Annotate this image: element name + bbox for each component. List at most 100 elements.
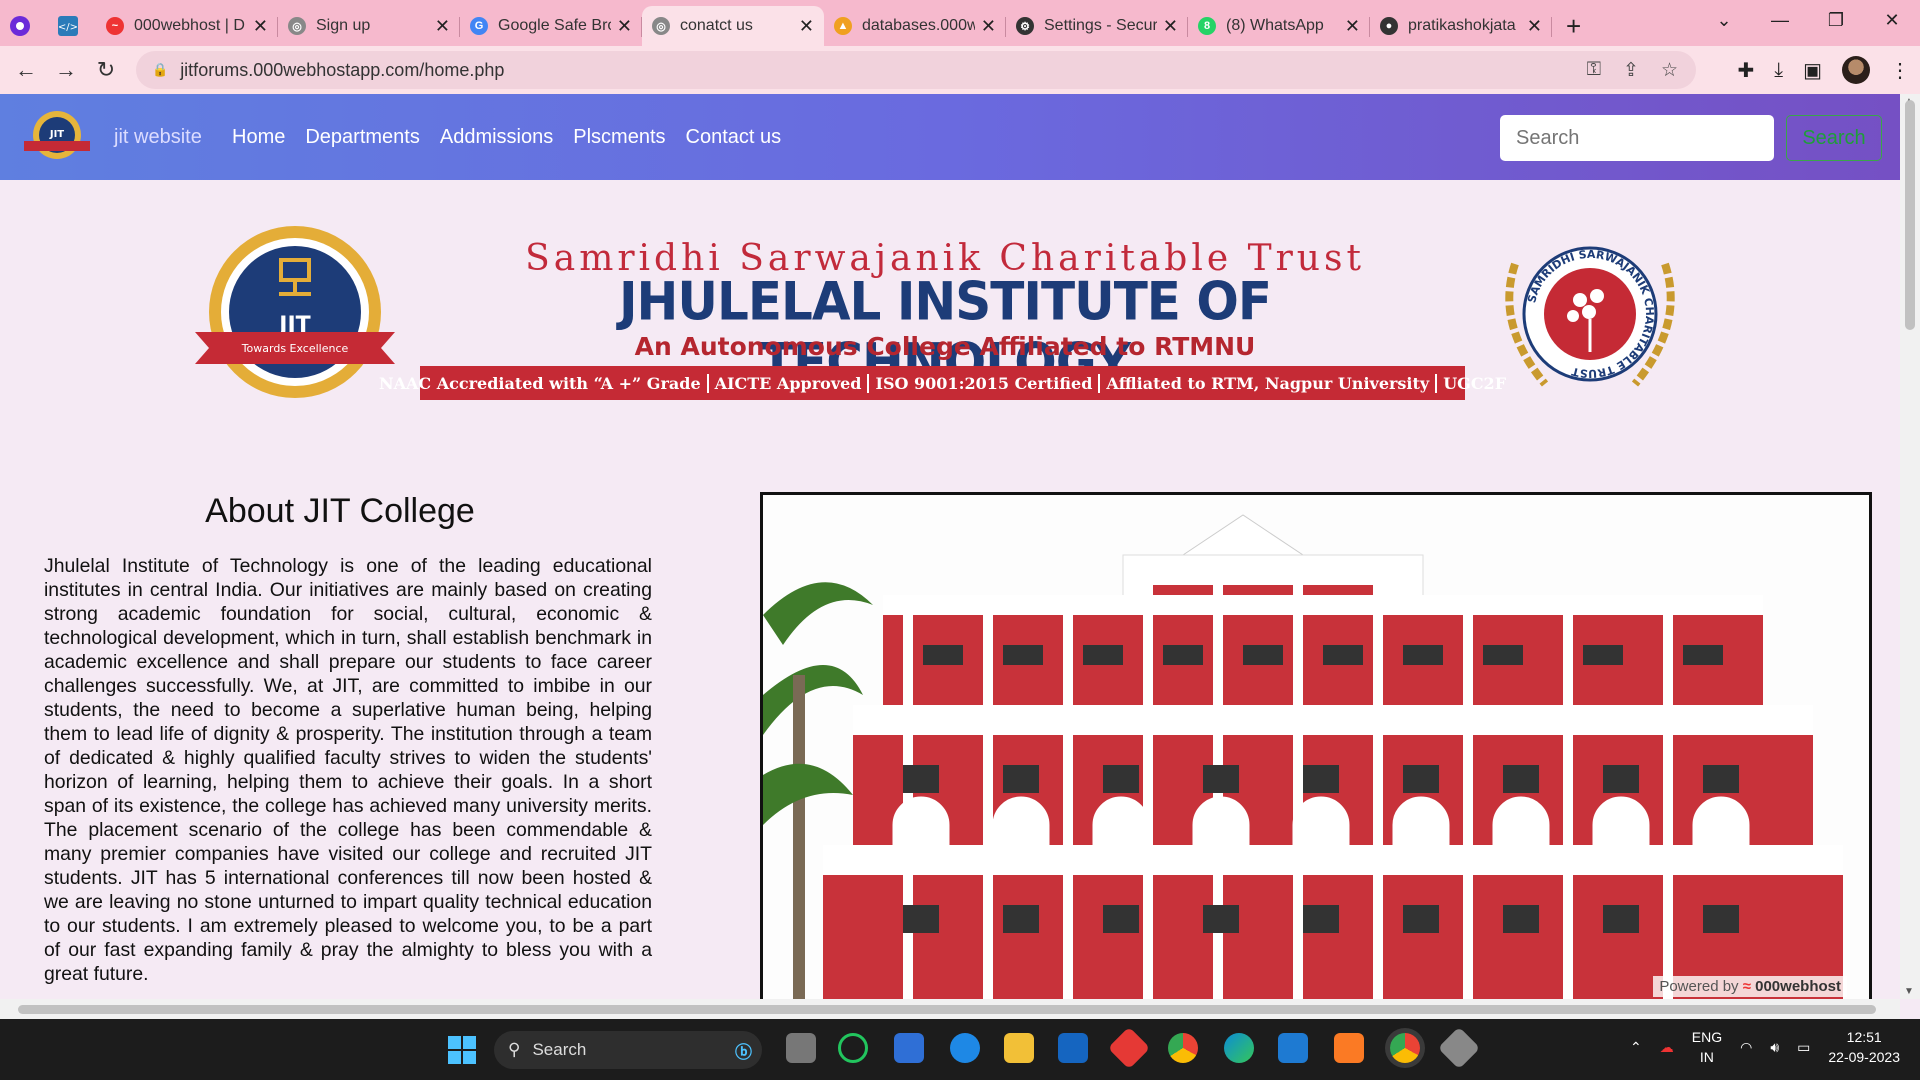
window-controls: ⌄ — ❐ ✕: [1696, 0, 1920, 40]
editor-icon[interactable]: [1058, 1033, 1088, 1063]
webhost-favicon-icon: ~: [106, 17, 124, 35]
svg-text:</>: </>: [58, 22, 78, 33]
lock-icon[interactable]: 🔒: [152, 62, 168, 78]
bing-icon[interactable]: ⓑ: [735, 1038, 752, 1063]
wifi-icon[interactable]: ◠: [1740, 1039, 1752, 1056]
close-tab-icon[interactable]: ✕: [799, 16, 814, 37]
new-tab-button[interactable]: +: [1552, 6, 1595, 46]
close-tab-icon[interactable]: ✕: [981, 16, 996, 37]
volume-icon[interactable]: 🔊︎: [1770, 1039, 1779, 1056]
whatsapp-icon: 8: [1198, 17, 1216, 35]
gear-icon: ⚙: [1016, 17, 1034, 35]
jit-logo-icon[interactable]: JIT: [20, 107, 94, 167]
side-panel-icon[interactable]: ▣: [1803, 58, 1822, 83]
menu-kebab-icon[interactable]: ⋮: [1890, 58, 1910, 83]
download-icon[interactable]: ⤓: [1774, 59, 1783, 82]
horizontal-scrollbar[interactable]: [0, 999, 1900, 1019]
close-window-button[interactable]: ✕: [1864, 10, 1920, 31]
accreditation-item: ISO 9001:2015 Certified: [869, 373, 1101, 393]
help-icon[interactable]: [950, 1033, 980, 1063]
site-navbar: JIT jit website Home Departments Addmiss…: [0, 94, 1900, 180]
clock[interactable]: 12:51 22-09-2023: [1828, 1027, 1900, 1067]
pinned-tab-code-icon[interactable]: </>: [40, 6, 96, 46]
close-tab-icon[interactable]: ✕: [617, 16, 632, 37]
trust-emblem-icon: SAMRIDHI SARWAJANIK CHARITABLE TRUST: [1505, 246, 1675, 387]
url-text[interactable]: jitforums.000webhostapp.com/home.php: [180, 60, 504, 81]
close-tab-icon[interactable]: ✕: [253, 16, 268, 37]
phpmyadmin-favicon-icon: ▲: [834, 17, 852, 35]
xampp-icon[interactable]: [1334, 1033, 1364, 1063]
bookmark-star-icon[interactable]: ☆: [1661, 59, 1678, 82]
nav-home[interactable]: Home: [232, 126, 285, 149]
tab-title: Settings - Secur: [1044, 17, 1157, 34]
vertical-scroll-thumb[interactable]: [1905, 100, 1915, 330]
tab-contact-us[interactable]: ◎ conatct us ✕: [642, 6, 824, 46]
tab-search-icon[interactable]: [0, 6, 40, 46]
edge-icon[interactable]: [1224, 1033, 1254, 1063]
nav-contact-us[interactable]: Contact us: [686, 126, 782, 149]
address-bar[interactable]: 🔒 jitforums.000webhostapp.com/home.php ⚿…: [136, 51, 1696, 89]
globe-favicon-icon: ◎: [288, 17, 306, 35]
vscode-icon[interactable]: [1278, 1033, 1308, 1063]
nav-placements[interactable]: Plscments: [573, 126, 665, 149]
app-icon[interactable]: [1437, 1026, 1481, 1070]
tab-000webhost[interactable]: ~ 000webhost | D ✕: [96, 6, 278, 46]
tab-google-safe-browsing[interactable]: G Google Safe Bro ✕: [460, 6, 642, 46]
emblem-ribbon-text: Towards Excellence: [241, 342, 349, 355]
close-tab-icon[interactable]: ✕: [1345, 16, 1360, 37]
store-icon[interactable]: [894, 1033, 924, 1063]
key-icon[interactable]: ⚿: [1587, 59, 1601, 82]
powered-by-label: Powered by: [1659, 978, 1739, 995]
close-tab-icon[interactable]: ✕: [435, 16, 450, 37]
forward-arrow-icon[interactable]: →: [46, 57, 86, 83]
tab-search-chevron-icon[interactable]: ⌄: [1696, 10, 1752, 31]
windows-start-icon[interactable]: [448, 1036, 476, 1064]
git-icon[interactable]: [1107, 1026, 1151, 1070]
lang-code: ENG: [1691, 1029, 1723, 1045]
close-tab-icon[interactable]: ✕: [1527, 16, 1542, 37]
chrome-icon[interactable]: [1168, 1033, 1198, 1063]
copilot-ring-icon[interactable]: [838, 1033, 868, 1063]
globe-favicon-icon: ◎: [652, 17, 670, 35]
college-building-photo: Powered by ≈ 000webhost: [760, 492, 1872, 999]
powered-by-badge[interactable]: Powered by ≈ 000webhost: [1653, 976, 1847, 997]
battery-icon[interactable]: ▭: [1797, 1039, 1810, 1056]
tab-settings[interactable]: ⚙ Settings - Secur ✕: [1006, 6, 1188, 46]
tab-title: (8) WhatsApp: [1226, 17, 1324, 34]
back-arrow-icon[interactable]: ←: [6, 57, 46, 83]
emblem-city-text: NAGPUR: [278, 367, 312, 376]
tab-whatsapp[interactable]: 8 (8) WhatsApp ✕: [1188, 6, 1370, 46]
tab-title: 000webhost | D: [134, 17, 245, 34]
region-code: IN: [1699, 1049, 1714, 1065]
powered-by-brand: 000webhost: [1755, 978, 1841, 995]
file-explorer-icon[interactable]: [1004, 1033, 1034, 1063]
close-tab-icon[interactable]: ✕: [1163, 16, 1178, 37]
chrome-active-icon[interactable]: [1390, 1033, 1420, 1063]
tab-title: Google Safe Bro: [498, 17, 611, 34]
tab-github[interactable]: ● pratikashokjata ✕: [1370, 6, 1552, 46]
profile-avatar[interactable]: [1842, 56, 1870, 84]
jit-logo-text: JIT: [49, 129, 64, 140]
share-icon[interactable]: ⇪: [1623, 59, 1639, 82]
scroll-down-arrow-icon[interactable]: ▼: [1904, 986, 1914, 997]
taskbar-search[interactable]: ⚲ Search ⓑ: [494, 1031, 762, 1069]
tab-databases[interactable]: ▲ databases.000w ✕: [824, 6, 1006, 46]
task-view-icon[interactable]: [786, 1033, 816, 1063]
minimize-button[interactable]: —: [1752, 10, 1808, 31]
nav-admissions[interactable]: Addmissions: [440, 126, 553, 149]
language-indicator[interactable]: ENG IN: [1692, 1027, 1722, 1067]
horizontal-scroll-thumb[interactable]: [18, 1005, 1876, 1014]
google-favicon-icon: G: [470, 17, 488, 35]
tab-signup[interactable]: ◎ Sign up ✕: [278, 6, 460, 46]
site-search-button[interactable]: Search: [1786, 115, 1882, 161]
onedrive-icon[interactable]: ☁: [1660, 1039, 1674, 1056]
brand-link[interactable]: jit website: [114, 126, 202, 149]
nav-departments[interactable]: Departments: [305, 126, 420, 149]
tab-title: databases.000w: [862, 17, 975, 34]
extensions-puzzle-icon[interactable]: ✚: [1737, 58, 1754, 83]
vertical-scrollbar[interactable]: ▲ ▼: [1900, 94, 1920, 999]
reload-icon[interactable]: ↻: [86, 57, 126, 83]
show-hidden-icons-chevron[interactable]: ⌃: [1630, 1039, 1642, 1056]
site-search-input[interactable]: [1500, 115, 1774, 161]
restore-button[interactable]: ❐: [1808, 10, 1864, 31]
